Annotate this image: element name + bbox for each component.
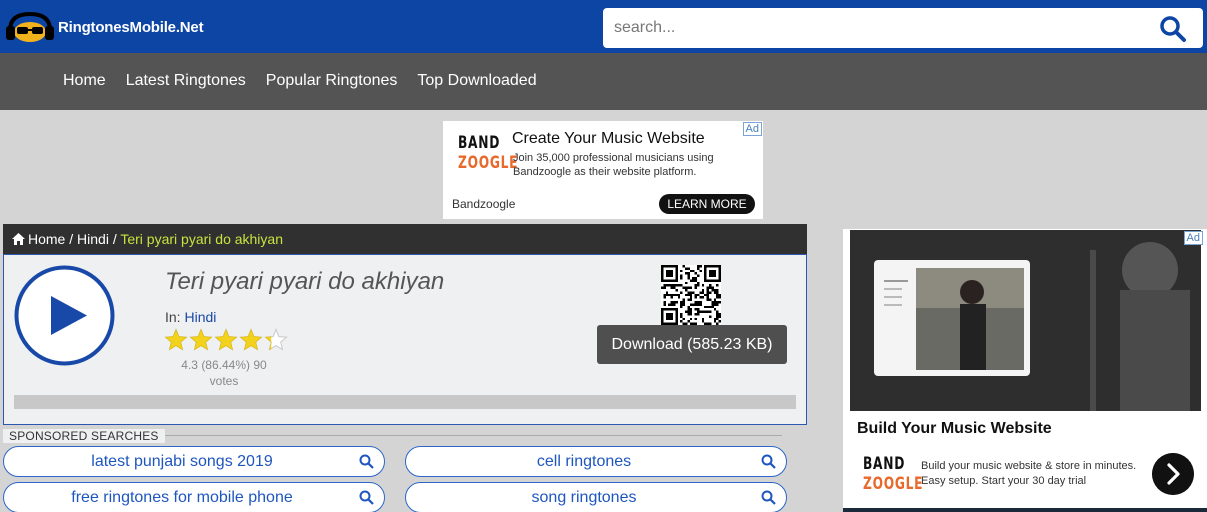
sponsored-search-item[interactable]: free ringtones for mobile phone — [3, 482, 385, 512]
ad-badge[interactable]: Ad — [742, 122, 762, 136]
download-button[interactable]: Download (585.23 KB) — [597, 325, 787, 364]
nav-top-downloaded[interactable]: Top Downloaded — [417, 72, 536, 90]
search-icon — [359, 454, 374, 469]
sponsored-search-item[interactable]: latest punjabi songs 2019 — [3, 446, 385, 477]
ad-title: Build Your Music Website — [857, 420, 1052, 437]
sponsored-search-item[interactable]: cell ringtones — [405, 446, 787, 477]
nav-home[interactable]: Home — [63, 72, 106, 90]
search-icon — [761, 490, 776, 505]
nav-latest-ringtones[interactable]: Latest Ringtones — [126, 72, 246, 90]
chevron-right-icon[interactable] — [1152, 453, 1194, 495]
ad-image — [850, 230, 1201, 411]
ad-title: Create Your Music Website — [512, 130, 705, 147]
ad-photo-illustration — [850, 230, 1201, 411]
ad-body: Join 35,000 professional musicians using… — [513, 152, 714, 178]
star-icon[interactable] — [264, 328, 288, 352]
main-nav: Home Latest Ringtones Popular Ringtones … — [0, 53, 1207, 110]
top-header: RingtonesMobile.Net — [0, 0, 1207, 53]
home-icon — [12, 233, 25, 245]
top-ad-banner[interactable]: Ad BAND ZOOGLE Create Your Music Website… — [443, 121, 763, 219]
star-icon[interactable] — [214, 328, 238, 352]
star-icon[interactable] — [189, 328, 213, 352]
bandzoogle-logo: BAND ZOOGLE — [863, 454, 924, 494]
breadcrumb-current: Teri pyari pyari do akhiyan — [120, 231, 283, 247]
breadcrumb-separator: / — [108, 231, 121, 247]
breadcrumb-separator: / — [65, 231, 78, 247]
breadcrumb-home[interactable]: Home — [28, 231, 65, 247]
sponsored-label: SPONSORED SEARCHES — [3, 429, 165, 443]
ad-body: Build your music website & store in minu… — [921, 460, 1137, 487]
sponsored-divider — [160, 435, 782, 436]
bandzoogle-logo: BAND ZOOGLE — [458, 133, 519, 173]
side-ad-banner[interactable]: Ad Build Your Music Website BAND ZOOGLE … — [843, 229, 1207, 512]
rating-summary: 4.3 (86.44%) 90 votes — [181, 358, 267, 388]
star-icon[interactable] — [164, 328, 188, 352]
ad-badge[interactable]: Ad — [1183, 231, 1203, 245]
sponsored-search-item[interactable]: song ringtones — [405, 482, 787, 512]
ad-learn-more-button[interactable]: LEARN MORE — [659, 194, 755, 214]
site-logo[interactable]: RingtonesMobile.Net — [4, 10, 204, 44]
qr-code-icon — [661, 265, 721, 325]
logo-text: RingtonesMobile.Net — [58, 18, 204, 36]
category-link[interactable]: Hindi — [184, 309, 216, 325]
category-line: In: Hindi — [165, 309, 217, 325]
ringtone-title: Teri pyari pyari do akhiyan — [165, 268, 445, 295]
search-icon — [761, 454, 776, 469]
ringtone-card: Teri pyari pyari do akhiyan In: Hindi 4.… — [3, 254, 807, 425]
headphones-logo-icon — [6, 11, 54, 42]
search-icon[interactable] — [1159, 15, 1187, 43]
nav-popular-ringtones[interactable]: Popular Ringtones — [266, 72, 398, 90]
star-icon[interactable] — [239, 328, 263, 352]
search-icon — [359, 490, 374, 505]
audio-progress-bar[interactable] — [14, 395, 796, 409]
play-button-icon[interactable] — [14, 265, 115, 366]
search-box — [603, 8, 1203, 48]
ad-bottom-strip — [843, 508, 1207, 512]
search-input[interactable] — [603, 8, 1143, 48]
breadcrumb: Home / Hindi / Teri pyari pyari do akhiy… — [3, 224, 807, 254]
breadcrumb-category[interactable]: Hindi — [77, 231, 109, 247]
ad-advertiser: Bandzoogle — [452, 197, 516, 211]
rating-stars[interactable] — [164, 328, 288, 352]
